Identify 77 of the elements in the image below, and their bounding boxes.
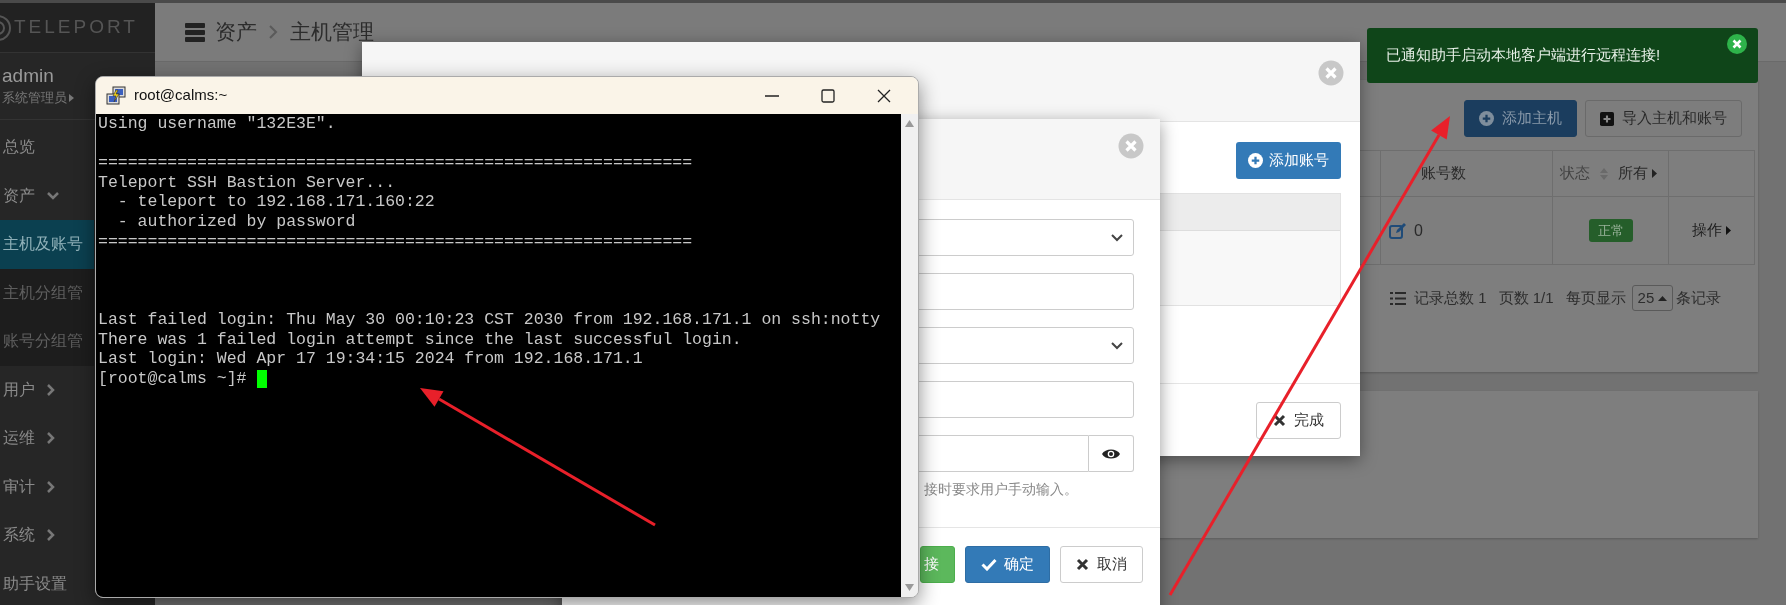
close-icon [1076,558,1089,571]
sidebar-item[interactable]: 用户 [0,365,94,414]
list-icon [1390,291,1406,305]
chevron-right-icon [47,383,55,396]
sidebar-item[interactable]: 主机及账号 [0,220,94,269]
terminal-line: Last login: Wed Apr 17 19:34:15 2024 from 192.168.171.1 [98,349,643,369]
logo-icon [0,13,12,42]
terminal-line: Teleport SSH Bastion Server... [98,172,396,193]
add-account-button[interactable]: 添加账号 [1236,142,1341,179]
caret-up-icon [1658,295,1668,301]
plus-circle-icon [1248,153,1263,168]
terminal-line: - teleport to 192.168.171.160:22 [116,192,435,212]
terminal-line: ============================================================ [98,231,693,252]
dialog-button[interactable]: 接 [920,546,955,583]
per-page-suffix: 条记录 [1676,287,1722,308]
dialog-button[interactable]: 取消 [1060,546,1143,583]
chevron-down-icon [47,191,59,200]
check-icon [981,558,997,571]
caret-right-icon [69,94,74,102]
breadcrumb-item: 主机管理 [290,19,374,46]
user-name: admin [2,64,55,89]
per-page-label: 每页显示 [1565,287,1626,308]
server-icon [185,22,205,42]
window-title: root@calms:~ [134,85,228,106]
sidebar-item[interactable]: 账号分组管 [0,317,94,366]
maximize-icon[interactable] [820,87,836,104]
close-icon [1273,413,1286,427]
sidebar-item[interactable]: 审计 [0,462,94,511]
close-icon[interactable] [876,87,892,104]
eye-icon [1102,447,1120,460]
sidebar-item[interactable]: 主机分组管 [0,268,94,317]
record-total: 记录总数 1 [1414,287,1487,308]
sidebar-item[interactable]: 助手设置 [0,559,94,605]
sidebar-item[interactable]: 运维 [0,414,94,463]
terminal-line: ============================================================ [98,153,693,173]
toolbar-button[interactable]: 导入主机和账号 [1585,100,1742,137]
column-header: 状态 所有 [1553,151,1669,196]
sidebar-item[interactable]: 总览 [0,123,94,172]
caret-right-icon [1652,169,1657,178]
terminal-line: - authorized by password [116,211,356,232]
page-count: 页数 1/1 [1498,287,1554,308]
chevron-right-icon [47,432,55,445]
scrollbar[interactable] [901,114,918,597]
breadcrumb-item[interactable]: 资产 [215,16,257,48]
caret-right-icon [1726,226,1731,235]
terminal-prompt: [root@calms ~]# [98,368,247,389]
computer-icon [106,85,126,106]
terminal-line: Last failed login: Thu May 30 00:10:23 CST 2030 from 192.168.171.1 on ssh:notty [98,309,881,330]
user-role[interactable]: 系统管理员 [2,88,74,108]
close-icon[interactable] [1727,34,1747,54]
scroll-down-icon[interactable] [905,584,914,591]
chevron-down-icon [1111,341,1123,350]
scroll-up-icon[interactable] [905,120,914,127]
hint-text: 接时要求用户手动输入。 [924,481,1078,497]
action-menu[interactable]: 操作 [1692,219,1731,242]
chevron-right-icon [269,25,278,39]
done-button[interactable]: 完成 [1256,401,1341,439]
cursor [256,369,267,388]
chevron-right-icon [47,480,55,493]
terminal-line: Using username "132E3E". [98,114,336,134]
plus-circle-icon [1479,111,1494,126]
table-cell-text: 0 [1414,220,1423,241]
notification-text: 已通知助手启动本地客户端进行远程连接! [1386,45,1661,66]
edit-icon[interactable] [1389,222,1406,239]
show-password-button[interactable] [1089,435,1134,472]
sidebar-item[interactable]: 资产 [0,171,94,220]
status-badge: 正常 [1588,218,1633,243]
chevron-right-icon [47,529,55,542]
plus-square-icon [1600,111,1614,126]
terminal-line: There was 1 failed login attempt since the last successful login. [98,329,742,350]
dialog-button[interactable]: 确定 [965,546,1050,583]
chevron-down-icon [1111,233,1123,242]
column-header: 账号数 [1381,151,1553,196]
sidebar-item[interactable]: 系统 [0,511,94,560]
status-filter[interactable]: 所有 [1618,162,1657,185]
per-page-select[interactable]: 25 [1631,285,1674,311]
toolbar-button[interactable]: 添加主机 [1464,100,1577,137]
